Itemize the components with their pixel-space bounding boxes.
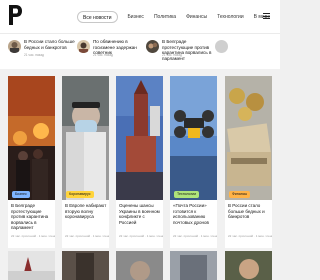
top-news-thumbnail xyxy=(77,40,90,53)
top-news-item[interactable]: В Белграде протестующие против карантина… xyxy=(146,39,212,65)
news-card-image xyxy=(8,76,55,200)
logo-p-icon xyxy=(9,5,22,25)
category-badge[interactable]: Технологии xyxy=(174,191,200,198)
category-badge[interactable]: Коронавирус xyxy=(66,191,94,198)
top-news-meta: 21 час. назад xyxy=(24,53,44,57)
top-news-title: В России стало больше бедных и банкротов xyxy=(24,39,75,50)
nav-finance[interactable]: Финансы xyxy=(186,11,207,23)
nav-all-news[interactable]: Все новости xyxy=(77,11,118,23)
news-card-image[interactable] xyxy=(8,251,55,280)
news-card[interactable]: Технологии «Почта России» готовится к ис… xyxy=(170,76,217,248)
news-card-image[interactable] xyxy=(170,251,217,280)
news-card[interactable]: Коронавирус В Европе набирают вторую вол… xyxy=(62,76,109,248)
news-card-title: В Европе набирают вторую волну коронавир… xyxy=(65,203,107,220)
news-card-title: В России стало больше бедных и банкротов xyxy=(228,203,265,220)
news-card-meta: 22 час. прочтений · 1 мин. чтения xyxy=(173,234,217,238)
category-badge[interactable]: Финансы xyxy=(229,191,251,198)
news-card-meta: 22 час. прочтений · 1 мин. чтения xyxy=(11,234,55,238)
main-nav: Все новости Бизнес Политика Финансы Техн… xyxy=(77,11,280,23)
site-header: Все новости Бизнес Политика Финансы Техн… xyxy=(0,0,280,33)
news-card-image[interactable] xyxy=(225,251,272,280)
news-card-image[interactable] xyxy=(116,251,163,280)
menu-icon[interactable] xyxy=(263,13,270,19)
top-news-item[interactable]: По обвинению в госизмене задержан советн… xyxy=(77,39,143,65)
nav-business[interactable]: Бизнес xyxy=(128,11,144,23)
top-news-thumbnail xyxy=(146,40,159,53)
top-news-strip: В России стало больше бедных и банкротов… xyxy=(0,33,280,69)
news-card-title: В Белграде протестующие против карантина… xyxy=(11,203,49,231)
news-card[interactable]: Оценены шансы Украины в военном конфликт… xyxy=(116,76,163,248)
top-news-meta: 21 час. назад xyxy=(93,53,113,57)
news-card-meta: 22 час. прочтений · 1 мин. чтения xyxy=(65,234,109,238)
top-news-item[interactable]: В России стало больше бедных и банкротов… xyxy=(8,39,75,65)
news-card-image xyxy=(62,76,109,200)
top-news-title: В Белграде протестующие против карантина… xyxy=(162,39,212,61)
news-card[interactable]: Финансы В России стало больше бедных и б… xyxy=(225,76,272,248)
nav-politics[interactable]: Политика xyxy=(154,11,176,23)
top-news-item[interactable] xyxy=(215,39,281,65)
news-card-title: «Почта России» готовится к использованию… xyxy=(173,203,209,225)
news-card-title: Оценены шансы Украины в военном конфликт… xyxy=(119,203,160,225)
nav-technology[interactable]: Технологии xyxy=(217,11,244,23)
news-card-meta: 22 час. прочтений · 1 мин. чтения xyxy=(119,234,163,238)
top-news-thumbnail xyxy=(8,40,21,53)
top-news-thumbnail xyxy=(215,40,228,53)
news-card-image[interactable] xyxy=(62,251,109,280)
news-card[interactable]: Бизнес В Белграде протестующие против ка… xyxy=(8,76,55,248)
news-card-image xyxy=(225,76,272,200)
news-page: Все новости Бизнес Политика Финансы Техн… xyxy=(0,0,280,280)
news-card-image xyxy=(116,76,163,200)
category-badge[interactable]: Бизнес xyxy=(12,191,30,198)
top-news-meta: 21 час. назад xyxy=(162,53,182,57)
news-card-meta: 22 час. прочтений · 1 мин. чтения xyxy=(228,234,272,238)
news-card-image xyxy=(170,76,217,200)
site-logo[interactable] xyxy=(8,5,22,25)
